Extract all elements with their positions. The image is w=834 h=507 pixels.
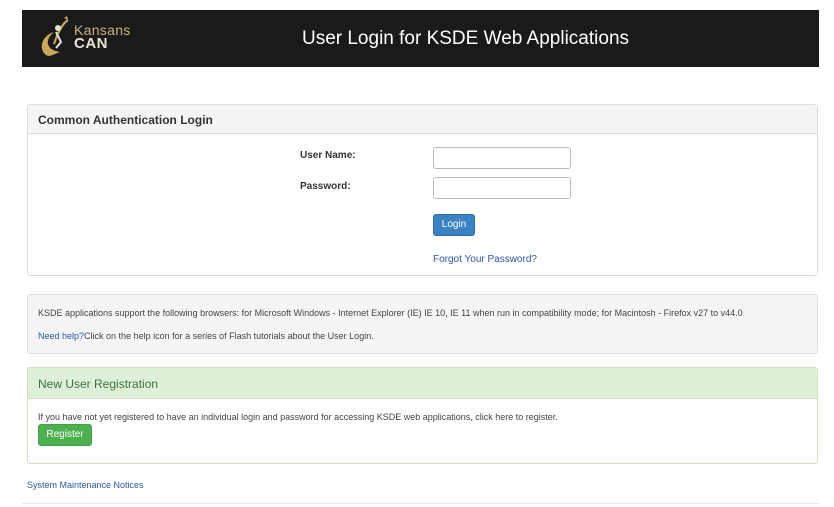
help-line: Need help?Click on the help icon for a s… bbox=[38, 331, 807, 341]
header-bar: Kansans CAN User Login for KSDE Web Appl… bbox=[22, 10, 819, 67]
browser-support-text: KSDE applications support the following … bbox=[38, 308, 743, 318]
username-input[interactable] bbox=[433, 147, 571, 169]
page-title: User Login for KSDE Web Applications bbox=[301, 28, 630, 49]
registration-text: If you have not yet registered to have a… bbox=[38, 412, 558, 422]
registration-panel-heading: New User Registration bbox=[28, 368, 817, 399]
help-text: Click on the help icon for a series of F… bbox=[84, 331, 374, 341]
system-maintenance-link[interactable]: System Maintenance Notices bbox=[27, 480, 144, 490]
password-label: Password: bbox=[300, 181, 351, 192]
forgot-password-link[interactable]: Forgot Your Password? bbox=[433, 254, 537, 265]
register-button[interactable]: Register bbox=[38, 424, 92, 446]
need-help-link[interactable]: Need help? bbox=[38, 331, 84, 341]
login-panel-heading: Common Authentication Login bbox=[28, 105, 817, 134]
password-input[interactable] bbox=[433, 177, 571, 199]
login-panel: Common Authentication Login User Name: P… bbox=[27, 104, 818, 276]
registration-panel: New User Registration If you have not ye… bbox=[27, 367, 818, 464]
login-button[interactable]: Login bbox=[433, 214, 475, 236]
browser-info-panel: KSDE applications support the following … bbox=[27, 294, 818, 354]
bottom-divider bbox=[22, 503, 819, 504]
username-label: User Name: bbox=[300, 150, 356, 161]
